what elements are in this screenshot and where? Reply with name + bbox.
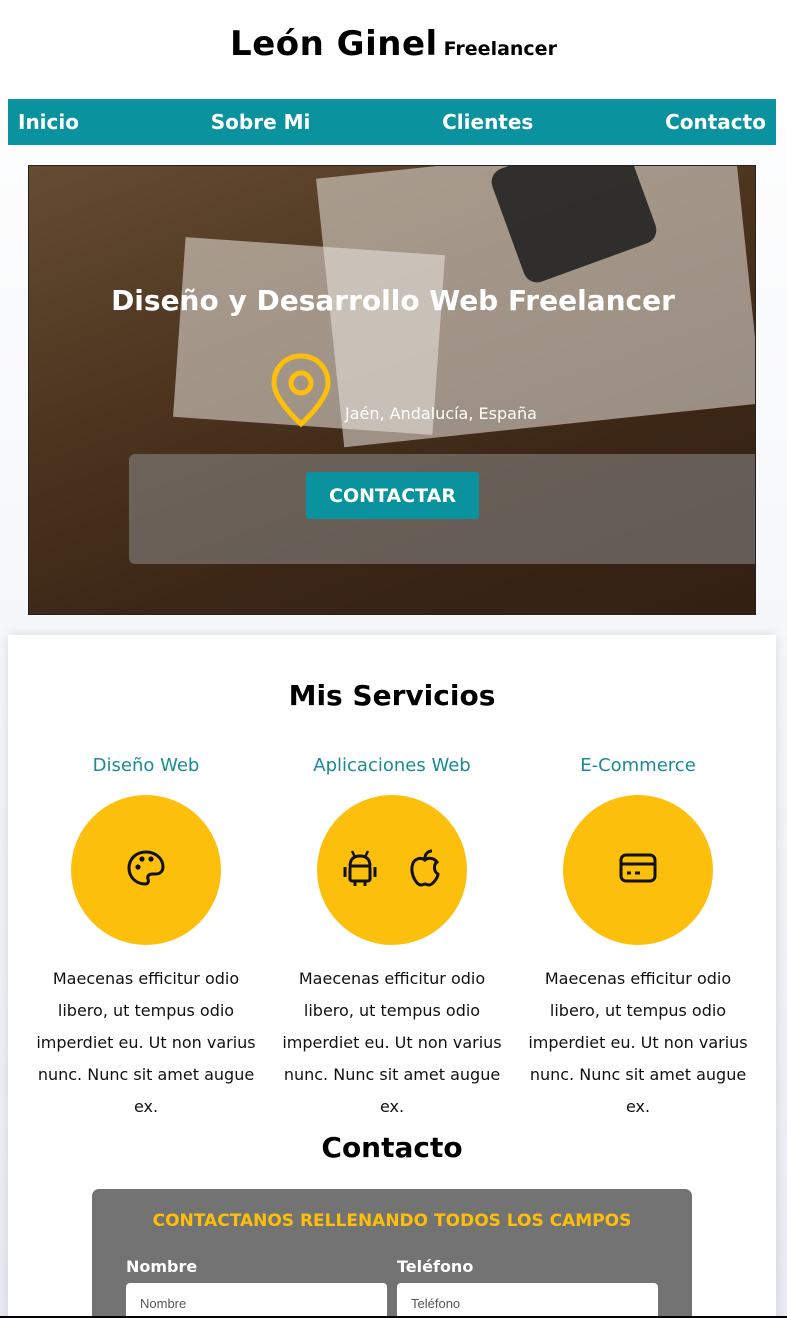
service-icon-circle [71, 795, 221, 945]
phone-input[interactable] [397, 1283, 658, 1318]
palette-icon [126, 848, 166, 893]
service-icon-circle [317, 795, 467, 945]
nav-link-sobre-mi[interactable]: Sobre Mi [211, 110, 311, 134]
site-title: León Ginel [230, 24, 438, 64]
hero-location-text: Jaén, Andalucía, España [345, 404, 537, 423]
services-title: Mis Servicios [288, 679, 496, 712]
service-name: E-Commerce [580, 755, 696, 776]
service-card-aplicaciones-web: Aplicaciones Web Maecenas efficitur odio… [274, 755, 510, 1123]
service-description: Maecenas efficitur odio libero, ut tempu… [528, 969, 748, 1116]
service-description: Maecenas efficitur odio libero, ut tempu… [36, 969, 256, 1116]
map-pin-icon [269, 352, 333, 433]
apple-icon [408, 848, 442, 893]
hero-location: Jaén, Andalucía, España [269, 352, 537, 433]
service-card-diseno-web: Diseño Web Maecenas efficitur odio liber… [28, 755, 264, 1123]
hero-title: Diseño y Desarrollo Web Freelancer [111, 284, 675, 317]
contact-title: Contacto [321, 1131, 463, 1164]
service-icon-circle [563, 795, 713, 945]
nav-link-clientes[interactable]: Clientes [442, 110, 533, 134]
contact-form: CONTACTANOS RELLENANDO TODOS LOS CAMPOS … [92, 1189, 692, 1318]
android-icon [342, 848, 378, 893]
main-navbar: Inicio Sobre Mi Clientes Contacto [8, 99, 776, 145]
service-card-e-commerce: E-Commerce Maecenas efficitur odio liber… [520, 755, 756, 1123]
nav-link-inicio[interactable]: Inicio [18, 110, 79, 134]
form-heading: CONTACTANOS RELLENANDO TODOS LOS CAMPOS [152, 1211, 632, 1231]
service-name: Diseño Web [92, 755, 200, 776]
nav-link-contacto[interactable]: Contacto [665, 110, 766, 134]
main-content-card: Mis Servicios Diseño Web Maecenas effici… [8, 635, 776, 1318]
contactar-button[interactable]: CONTACTAR [306, 472, 479, 519]
name-input[interactable] [126, 1283, 387, 1318]
site-header: León Ginel Freelancer [0, 24, 787, 64]
service-description: Maecenas efficitur odio libero, ut tempu… [282, 969, 502, 1116]
service-name: Aplicaciones Web [313, 755, 471, 776]
name-label: Nombre [126, 1257, 198, 1276]
phone-label: Teléfono [397, 1257, 474, 1276]
hero-banner: Diseño y Desarrollo Web Freelancer Jaén,… [28, 165, 756, 615]
site-subtitle: Freelancer [443, 38, 557, 60]
credit-card-icon [618, 852, 658, 889]
